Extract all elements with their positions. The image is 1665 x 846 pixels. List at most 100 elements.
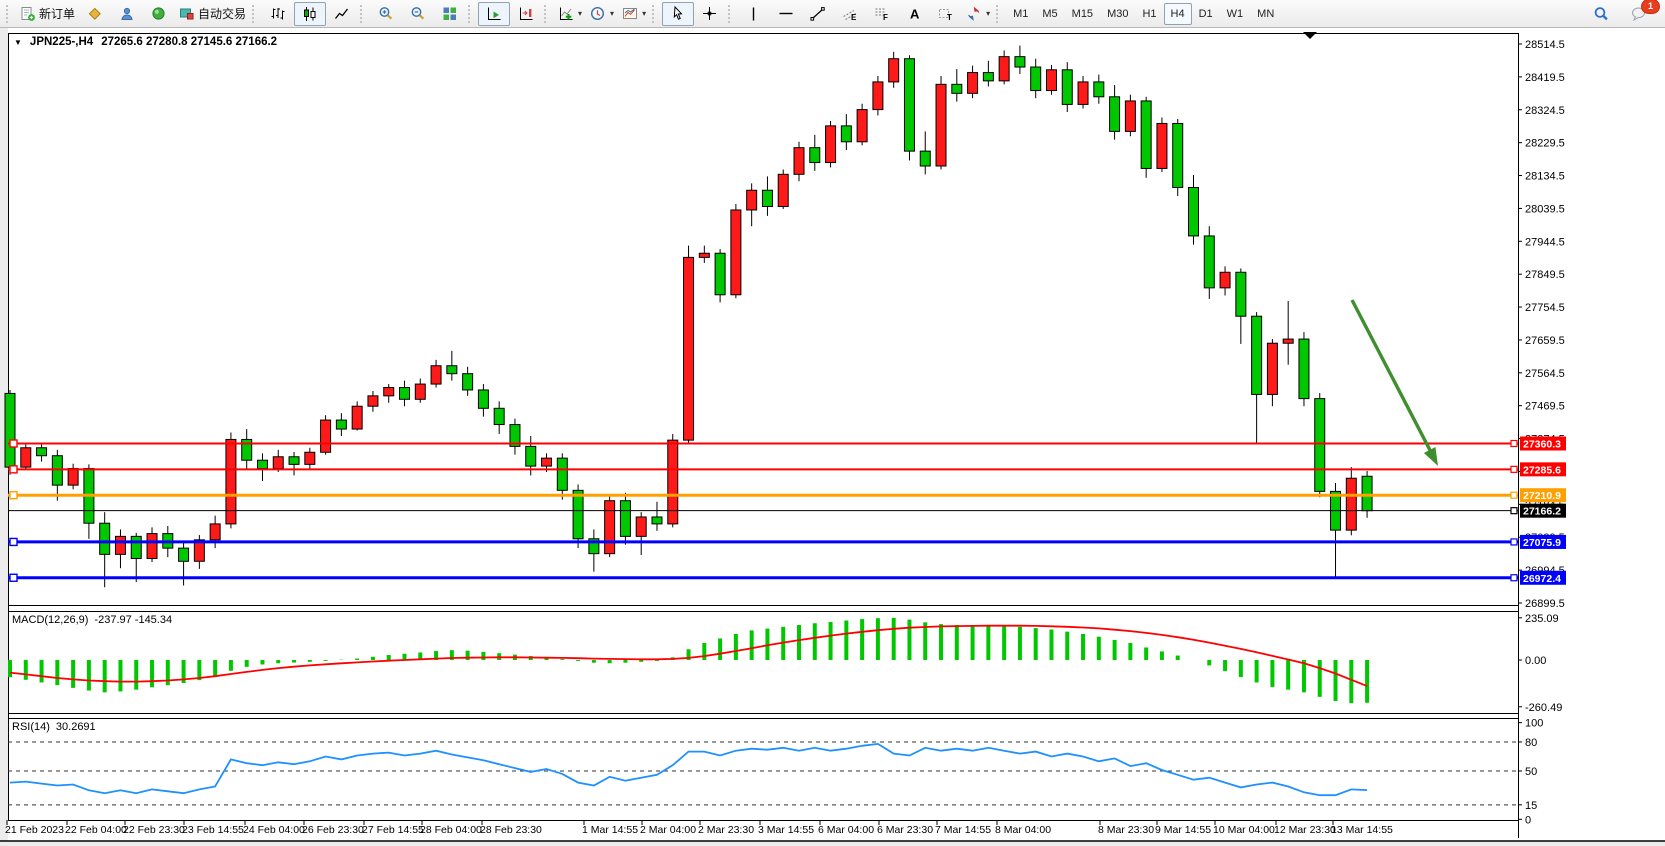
periods-button[interactable]: ▾ xyxy=(586,2,618,26)
timeframe-button-M30[interactable]: M30 xyxy=(1100,3,1135,25)
macd-label: MACD(12,26,9) xyxy=(12,614,88,626)
timeframe-button-H1[interactable]: H1 xyxy=(1135,3,1163,25)
templates-button[interactable]: ▾ xyxy=(618,2,650,26)
svg-text:0.00: 0.00 xyxy=(1525,655,1546,667)
svg-text:28229.5: 28229.5 xyxy=(1525,138,1565,150)
svg-text:27 Feb 14:55: 27 Feb 14:55 xyxy=(362,824,424,836)
line-chart-button[interactable] xyxy=(326,2,358,26)
tile-icon xyxy=(442,6,458,22)
text-button[interactable]: A xyxy=(898,2,930,26)
clock-icon xyxy=(590,6,606,22)
bar-chart-button[interactable] xyxy=(262,2,294,26)
navigator-button[interactable] xyxy=(143,2,175,26)
line-handle[interactable] xyxy=(10,574,17,581)
crosshair-button[interactable] xyxy=(694,2,726,26)
arrows-button-dropdown-caret[interactable]: ▾ xyxy=(986,9,990,18)
svg-text:27754.5: 27754.5 xyxy=(1525,302,1565,314)
svg-text:13 Mar 14:55: 13 Mar 14:55 xyxy=(1331,824,1393,836)
arrows-button[interactable]: ▾ xyxy=(962,2,994,26)
toolbar-group-handle xyxy=(544,5,551,23)
vline-icon xyxy=(746,6,762,22)
svg-text:26899.5: 26899.5 xyxy=(1525,598,1565,610)
svg-text:27166.2: 27166.2 xyxy=(1523,506,1561,518)
line-handle[interactable] xyxy=(10,538,17,545)
zoom-in-button[interactable] xyxy=(370,2,402,26)
chat-button[interactable]: 1 xyxy=(1623,2,1655,26)
navigator-icon xyxy=(151,6,167,22)
svg-text:22 Feb 04:00: 22 Feb 04:00 xyxy=(65,824,127,836)
fibonacci-button[interactable]: F xyxy=(866,2,898,26)
label-button[interactable]: T xyxy=(930,2,962,26)
svg-text:8 Mar 23:30: 8 Mar 23:30 xyxy=(1098,824,1154,836)
timeframe-button-H4[interactable]: H4 xyxy=(1164,3,1192,25)
svg-text:3 Mar 14:55: 3 Mar 14:55 xyxy=(758,824,814,836)
line-handle[interactable] xyxy=(10,466,17,473)
periods-button-dropdown-caret[interactable]: ▾ xyxy=(610,9,614,18)
hline-icon xyxy=(778,6,794,22)
zoom-out-button[interactable] xyxy=(402,2,434,26)
chart-shift-button[interactable] xyxy=(510,2,542,26)
timeframe-button-M15[interactable]: M15 xyxy=(1065,3,1100,25)
svg-text:0: 0 xyxy=(1525,814,1531,826)
svg-text:27075.9: 27075.9 xyxy=(1523,537,1561,549)
indicators-icon xyxy=(558,6,574,22)
market-watch-button[interactable] xyxy=(79,2,111,26)
line-handle[interactable] xyxy=(10,440,17,447)
svg-text:6 Mar 04:00: 6 Mar 04:00 xyxy=(818,824,874,836)
svg-text:2 Mar 23:30: 2 Mar 23:30 xyxy=(698,824,754,836)
templates-button-dropdown-caret[interactable]: ▾ xyxy=(642,9,646,18)
rsi-pane-label: RSI(14) 30.2691 xyxy=(12,721,96,733)
new-order-button[interactable]: 新订单 xyxy=(16,2,79,26)
trendline-icon xyxy=(810,6,826,22)
timeframe-button-W1[interactable]: W1 xyxy=(1220,3,1251,25)
svg-text:27285.6: 27285.6 xyxy=(1523,464,1561,476)
svg-text:27469.5: 27469.5 xyxy=(1525,401,1565,413)
vertical-line-button[interactable] xyxy=(738,2,770,26)
svg-text:A: A xyxy=(910,6,920,21)
candlestick-chart-button[interactable] xyxy=(294,2,326,26)
autotrading-button-label: 自动交易 xyxy=(198,5,246,22)
svg-text:12 Mar 23:30: 12 Mar 23:30 xyxy=(1274,824,1336,836)
toolbar: 新订单 自动交易 ▾ ▾ ▾ E F AT ▾ M1M5M15M30H1H4D1W1MN 1 xyxy=(0,0,1665,28)
timeframe-button-M1[interactable]: M1 xyxy=(1006,3,1035,25)
svg-text:10 Mar 04:00: 10 Mar 04:00 xyxy=(1213,824,1275,836)
candles-icon xyxy=(302,6,318,22)
svg-text:28 Feb 04:00: 28 Feb 04:00 xyxy=(420,824,482,836)
symbol-dropdown-icon[interactable]: ▼ xyxy=(14,38,22,47)
search-button[interactable] xyxy=(1585,2,1617,26)
svg-text:28 Feb 23:30: 28 Feb 23:30 xyxy=(480,824,542,836)
tile-windows-button[interactable] xyxy=(434,2,466,26)
autotrading-button[interactable]: 自动交易 xyxy=(175,2,250,26)
arrows-icon xyxy=(966,6,982,22)
auto-scroll-button[interactable] xyxy=(478,2,510,26)
chart-canvas[interactable]: 28514.528419.528324.528229.528134.528039… xyxy=(0,0,1665,846)
rsi-label: RSI(14) xyxy=(12,721,50,733)
svg-text:24 Feb 04:00: 24 Feb 04:00 xyxy=(243,824,305,836)
timeframe-button-MN[interactable]: MN xyxy=(1250,3,1281,25)
timeframe-button-M5[interactable]: M5 xyxy=(1035,3,1064,25)
fibo-icon: F xyxy=(874,6,890,22)
channel-icon: E xyxy=(842,6,858,22)
profile-button[interactable] xyxy=(111,2,143,26)
svg-text:21 Feb 2023: 21 Feb 2023 xyxy=(5,824,64,836)
line-handle[interactable] xyxy=(10,492,17,499)
cursor-button[interactable] xyxy=(662,2,694,26)
macd-values: -237.97 -145.34 xyxy=(94,614,172,626)
indicators-button-dropdown-caret[interactable]: ▾ xyxy=(578,9,582,18)
chart-title: ▼ JPN225-,H4 27265.6 27280.8 27145.6 271… xyxy=(14,36,277,48)
bars-icon xyxy=(270,6,286,22)
marketwatch-icon xyxy=(87,6,103,22)
svg-text:F: F xyxy=(883,13,888,22)
svg-text:28419.5: 28419.5 xyxy=(1525,72,1565,84)
svg-text:27564.5: 27564.5 xyxy=(1525,368,1565,380)
toolbar-group-handle xyxy=(728,5,735,23)
timeframe-button-D1[interactable]: D1 xyxy=(1192,3,1220,25)
equidistant-channel-button[interactable]: E xyxy=(834,2,866,26)
trendline-button[interactable] xyxy=(802,2,834,26)
cursor-icon xyxy=(670,6,686,22)
indicators-button[interactable]: ▾ xyxy=(554,2,586,26)
svg-text:7 Mar 14:55: 7 Mar 14:55 xyxy=(935,824,991,836)
svg-text:27659.5: 27659.5 xyxy=(1525,335,1565,347)
horizontal-line-button[interactable] xyxy=(770,2,802,26)
autotrade-icon xyxy=(179,6,195,22)
